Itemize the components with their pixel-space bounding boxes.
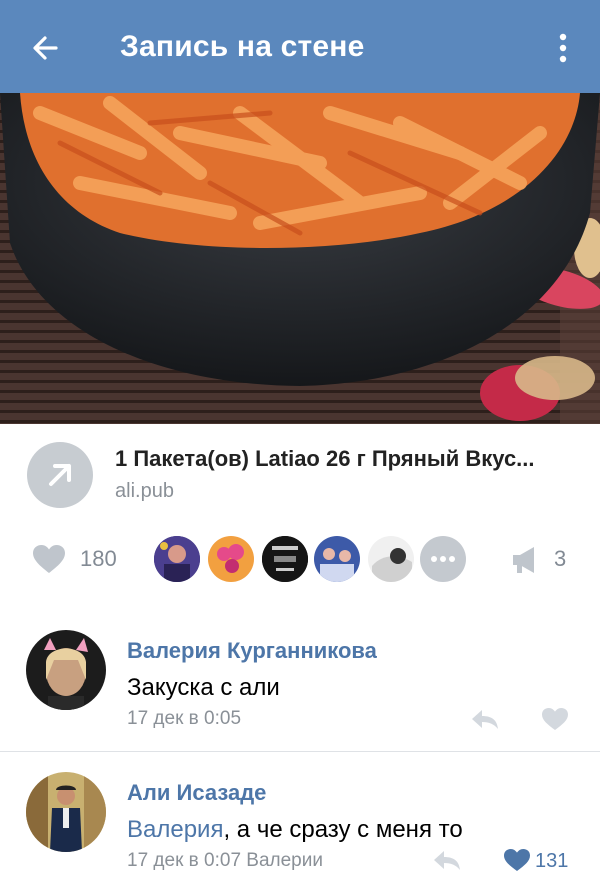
more-likers-button[interactable]	[420, 536, 466, 582]
comment-text: Закуска с али	[127, 674, 280, 701]
comment-item: Валерия Курганникова Закуска с али 17 де…	[0, 620, 600, 750]
heart-icon[interactable]	[503, 848, 531, 872]
link-attachment[interactable]: 1 Пакета(ов) Latiao 26 г Пряный Вкус... …	[0, 424, 600, 524]
like-count: 180	[80, 546, 117, 571]
arrow-left-icon	[33, 36, 58, 60]
link-icon-circle	[27, 442, 93, 508]
heart-icon[interactable]	[541, 707, 569, 731]
likes-row: 180 3	[0, 530, 600, 590]
liker-avatar[interactable]	[154, 536, 200, 582]
post-photo[interactable]	[0, 93, 600, 424]
comment-item: Али Исазаде Валерия, а че сразу с меня т…	[0, 760, 600, 896]
repost-count: 3	[554, 546, 567, 571]
page-title: Запись на стене	[120, 30, 365, 63]
link-title: 1 Пакета(ов) Latiao 26 г Пряный Вкус...	[115, 446, 535, 471]
comment-author[interactable]: Валерия Курганникова	[127, 638, 377, 664]
comment-divider	[0, 751, 600, 752]
link-domain: ali.pub	[115, 480, 174, 502]
share-arrow-icon	[49, 464, 71, 486]
avatar[interactable]	[26, 772, 106, 852]
back-button[interactable]	[26, 28, 66, 68]
reply-icon[interactable]	[470, 708, 500, 730]
more-horizontal-icon	[431, 556, 455, 562]
more-vertical-icon	[559, 33, 567, 63]
top-bar: Запись на стене	[0, 0, 600, 93]
liker-avatar[interactable]	[368, 536, 414, 582]
comment-text: Валерия, а че сразу с меня то	[127, 816, 463, 844]
snack-bowl-image	[0, 93, 600, 424]
liker-avatar[interactable]	[314, 536, 360, 582]
comment-author[interactable]: Али Исазаде	[127, 780, 266, 806]
liker-avatar[interactable]	[262, 536, 308, 582]
reply-icon[interactable]	[432, 849, 462, 871]
avatar[interactable]	[26, 630, 106, 710]
comment-body: , а че сразу с меня то	[223, 816, 463, 843]
comment-meta: 17 дек в 0:05	[127, 708, 242, 729]
comment-meta: 17 дек в 0:07 Валерии	[127, 850, 323, 871]
comment-like-count: 131	[535, 850, 569, 872]
more-menu-button[interactable]	[548, 28, 578, 68]
heart-icon[interactable]	[32, 544, 66, 574]
mention-link[interactable]: Валерия	[127, 816, 223, 843]
megaphone-icon[interactable]	[510, 545, 544, 575]
liker-avatar[interactable]	[208, 536, 254, 582]
